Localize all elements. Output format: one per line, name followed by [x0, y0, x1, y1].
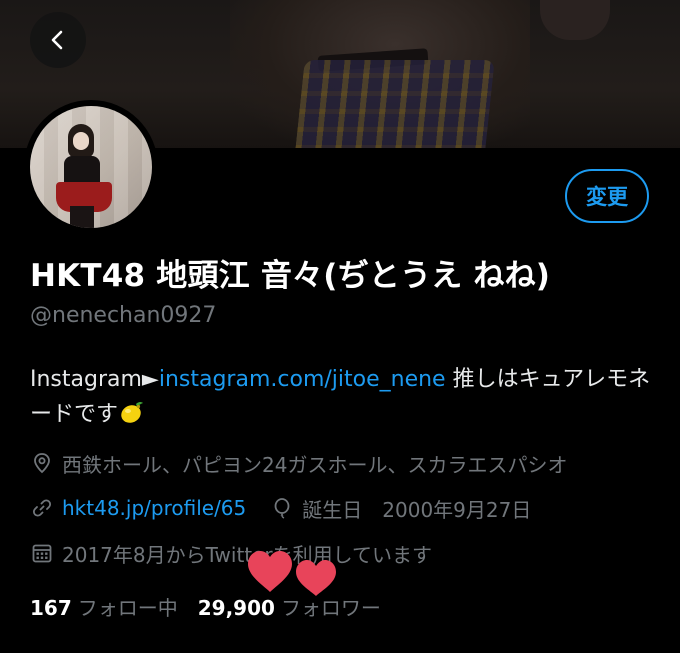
following-label: フォロー中 [77, 596, 178, 620]
balloon-icon [270, 496, 294, 520]
display-name: HKT48 地頭江 音々(ぢとうえ ねね) [30, 258, 551, 294]
lemon-emoji-icon [118, 399, 144, 436]
following-count: 167 [30, 596, 72, 620]
followers-count: 29,900 [197, 596, 275, 620]
location-text: 西鉄ホール、パピヨン24ガスホール、スカラエスパシオ [62, 452, 568, 477]
joined-row: 2017年8月からTwitterを利用しています [30, 539, 432, 567]
bio-prefix: Instagram► [30, 367, 159, 392]
follow-stats: 167 フォロー中 29,900 フォロワー [30, 592, 381, 621]
edit-profile-button[interactable]: 変更 [565, 169, 649, 223]
banner-arm [540, 0, 610, 40]
bio-instagram-link[interactable]: instagram.com/jitoe_nene [159, 367, 446, 392]
followers-label: フォロワー [280, 596, 381, 620]
chevron-left-icon [47, 29, 69, 51]
website-link[interactable]: hkt48.jp/profile/65 [62, 496, 246, 520]
heart-stickers-icon [248, 551, 336, 596]
followers-link[interactable]: 29,900 フォロワー [198, 592, 381, 621]
location-pin-icon [30, 451, 54, 475]
banner-plaid-skirt [295, 60, 495, 148]
back-button[interactable] [30, 12, 86, 68]
profile-bio: Instagram►instagram.com/jitoe_nene 推しはキュ… [30, 362, 655, 436]
calendar-icon [30, 541, 54, 565]
avatar-photo [30, 106, 152, 228]
link-icon [30, 496, 54, 520]
birthday-text: 誕生日 2000年9月27日 [302, 497, 532, 522]
location-row: 西鉄ホール、パピヨン24ガスホール、スカラエスパシオ [30, 449, 567, 477]
website-birthday-row: hkt48.jp/profile/65 誕生日 2000年9月27日 [30, 494, 531, 522]
user-handle: @nenechan0927 [30, 303, 217, 328]
following-link[interactable]: 167 フォロー中 [30, 592, 178, 621]
profile-avatar[interactable] [24, 100, 158, 234]
